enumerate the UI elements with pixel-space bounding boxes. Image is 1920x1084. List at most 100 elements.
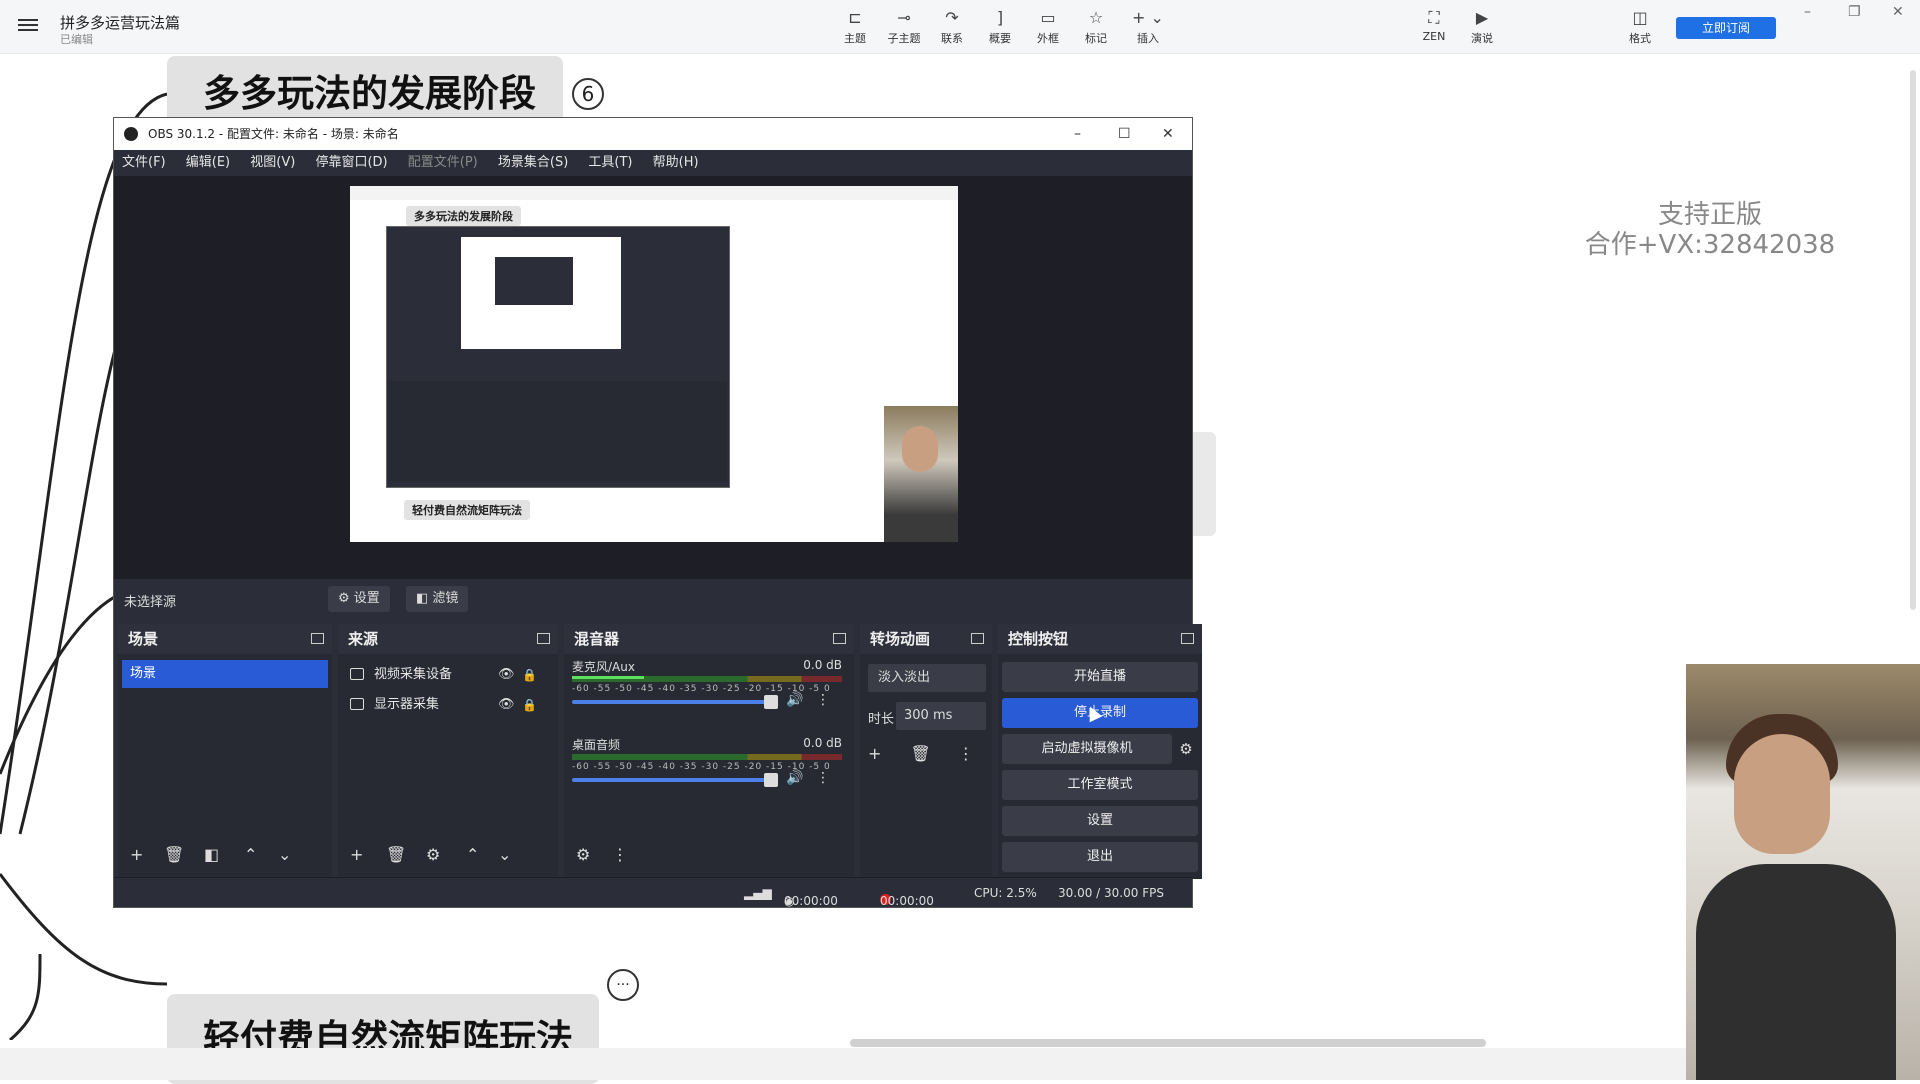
remove-source-icon[interactable]: 🗑	[386, 845, 406, 864]
menu-tools[interactable]: 工具(T)	[588, 155, 632, 170]
volume-slider[interactable]	[572, 778, 772, 782]
volume-meter	[572, 754, 842, 760]
scene-item[interactable]: 场景	[122, 660, 328, 688]
duration-label: 时长	[868, 712, 895, 727]
collapsed-count-badge[interactable]: 6	[572, 78, 604, 110]
mixer-menu-icon[interactable]: ⋮	[612, 845, 628, 864]
transition-select[interactable]: 淡入淡出	[868, 664, 986, 692]
toolbar-insert-button[interactable]: + ⌄ 插入	[1126, 8, 1170, 46]
undock-icon[interactable]	[1181, 633, 1194, 644]
add-source-icon[interactable]: +	[350, 845, 363, 864]
fps-readout: 30.00 / 30.00 FPS	[1058, 886, 1164, 900]
meter-scale: -60 -55 -50 -45 -40 -35 -30 -25 -20 -15 …	[572, 684, 831, 694]
menu-scene-collection[interactable]: 场景集合(S)	[498, 155, 568, 170]
studio-mode-button[interactable]: 工作室模式	[1002, 770, 1198, 800]
source-settings-button[interactable]: ⚙ 设置	[328, 586, 390, 612]
add-transition-icon[interactable]: +	[868, 744, 881, 763]
vertical-scrollbar[interactable]	[1910, 70, 1916, 610]
toolbar-marker-button[interactable]: ☆ 标记	[1074, 8, 1118, 46]
obs-close-icon[interactable]: ✕	[1162, 118, 1174, 150]
format-panel-button[interactable]: ◫ 格式	[1618, 8, 1662, 46]
undock-icon[interactable]	[971, 633, 984, 644]
horizontal-scrollbar[interactable]	[850, 1039, 1486, 1047]
speaker-icon[interactable]: 🔊	[786, 692, 803, 708]
preview-nested-window	[461, 237, 621, 349]
hamburger-menu-icon[interactable]	[18, 16, 38, 36]
start-streaming-button[interactable]: 开始直播	[1002, 662, 1198, 692]
source-filters-button[interactable]: ◧ 滤镜	[406, 586, 469, 612]
toolbar-summary-button[interactable]: ] 概要	[978, 8, 1022, 46]
toolbar-subtopic-button[interactable]: ⊸ 子主题	[882, 8, 926, 46]
source-properties-gear-icon[interactable]: ⚙	[426, 845, 440, 864]
remove-transition-icon[interactable]: 🗑	[911, 744, 931, 763]
source-item-display-capture[interactable]: 显示器采集 👁 🔒	[338, 690, 558, 720]
transition-menu-icon[interactable]: ⋮	[958, 744, 974, 763]
settings-button[interactable]: 设置	[1002, 806, 1198, 836]
controls-dock-header: 控制按钮	[998, 624, 1202, 654]
minimize-icon[interactable]: –	[1804, 4, 1811, 20]
topic-icon: ⊏	[848, 8, 862, 27]
visibility-eye-icon[interactable]: 👁	[498, 660, 515, 690]
volume-slider-handle[interactable]	[764, 773, 778, 787]
obs-window-title: OBS 30.1.2 - 配置文件: 未命名 - 场景: 未命名	[148, 127, 399, 141]
toolbar-boundary-button[interactable]: ▭ 外框	[1026, 8, 1070, 46]
person-body	[1696, 864, 1896, 1080]
subscribe-button[interactable]: 立即订阅	[1676, 17, 1776, 39]
move-down-icon[interactable]: ⌄	[498, 845, 511, 864]
app-toolbar: 拼多多运营玩法篇 已编辑 ⊏ 主题 ⊸ 子主题 ↷ 联系 ] 概要 ▭ 外框 ☆ 标记 + …	[0, 0, 1920, 54]
speaker-icon[interactable]: 🔊	[786, 770, 803, 786]
more-options-badge[interactable]: ···	[607, 969, 639, 1001]
exit-button[interactable]: 退出	[1002, 842, 1198, 872]
restore-icon[interactable]: ❐	[1848, 4, 1861, 20]
move-up-icon[interactable]: ⌃	[466, 845, 479, 864]
preview-nested-inner	[495, 257, 573, 305]
sources-dock-footer: + 🗑 ⚙ ⌃ ⌄	[338, 843, 558, 871]
undock-icon[interactable]	[537, 633, 550, 644]
camera-icon	[350, 668, 364, 680]
lock-icon[interactable]: 🔒	[522, 660, 537, 690]
toolbar-topic-button[interactable]: ⊏ 主题	[833, 8, 877, 46]
obs-preview-area[interactable]: 多多玩法的发展阶段 轻付费自然流矩阵玩法	[114, 176, 1192, 578]
toolbar-relation-button[interactable]: ↷ 联系	[930, 8, 974, 46]
summary-icon: ]	[996, 8, 1004, 27]
scene-filters-icon[interactable]: ◧	[204, 845, 219, 864]
obs-title-bar[interactable]: OBS 30.1.2 - 配置文件: 未命名 - 场景: 未命名 – ☐ ✕	[114, 118, 1192, 150]
undock-icon[interactable]	[833, 633, 846, 644]
obs-minimize-icon[interactable]: –	[1074, 118, 1081, 150]
preview-webcam	[884, 406, 958, 542]
volume-slider[interactable]	[572, 700, 772, 704]
obs-maximize-icon[interactable]: ☐	[1118, 118, 1131, 150]
start-virtual-camera-button[interactable]: 启动虚拟摄像机	[1002, 734, 1172, 764]
obs-preview-canvas[interactable]: 多多玩法的发展阶段 轻付费自然流矩阵玩法	[350, 186, 958, 542]
present-button[interactable]: ▶ 演说	[1460, 8, 1504, 46]
more-options-icon[interactable]: ⋮	[816, 770, 830, 786]
remove-scene-icon[interactable]: 🗑	[164, 845, 184, 864]
person-head	[1734, 734, 1830, 854]
duration-input[interactable]: 300 ms	[896, 702, 986, 730]
move-up-icon[interactable]: ⌃	[244, 845, 257, 864]
source-item-video-capture[interactable]: 视频采集设备 👁 🔒	[338, 660, 558, 690]
undock-icon[interactable]	[311, 633, 324, 644]
advanced-audio-gear-icon[interactable]: ⚙	[576, 845, 590, 864]
more-options-icon[interactable]: ⋮	[816, 692, 830, 708]
menu-edit[interactable]: 编辑(E)	[186, 155, 230, 170]
play-icon: ▶	[1475, 8, 1489, 27]
close-icon[interactable]: ✕	[1892, 4, 1904, 20]
virtual-camera-gear-icon[interactable]: ⚙	[1174, 734, 1198, 764]
obs-window: OBS 30.1.2 - 配置文件: 未命名 - 场景: 未命名 – ☐ ✕ 文…	[113, 117, 1202, 908]
add-scene-icon[interactable]: +	[130, 845, 143, 864]
relation-icon: ↷	[945, 8, 959, 27]
menu-docks[interactable]: 停靠窗口(D)	[315, 155, 387, 170]
move-down-icon[interactable]: ⌄	[278, 845, 291, 864]
source-toolbar: 未选择源 ⚙ 设置 ◧ 滤镜	[114, 578, 1192, 618]
menu-file[interactable]: 文件(F)	[122, 155, 166, 170]
lock-icon[interactable]: 🔒	[522, 690, 537, 720]
document-title[interactable]: 拼多多运营玩法篇	[60, 12, 180, 33]
menu-view[interactable]: 视图(V)	[250, 155, 295, 170]
menu-profile[interactable]: 配置文件(P)	[408, 155, 478, 170]
preview-webcam-head	[902, 426, 938, 472]
visibility-eye-icon[interactable]: 👁	[498, 690, 515, 720]
zen-mode-button[interactable]: ⛶ ZEN	[1412, 8, 1456, 43]
menu-help[interactable]: 帮助(H)	[653, 155, 699, 170]
volume-slider-handle[interactable]	[764, 695, 778, 709]
